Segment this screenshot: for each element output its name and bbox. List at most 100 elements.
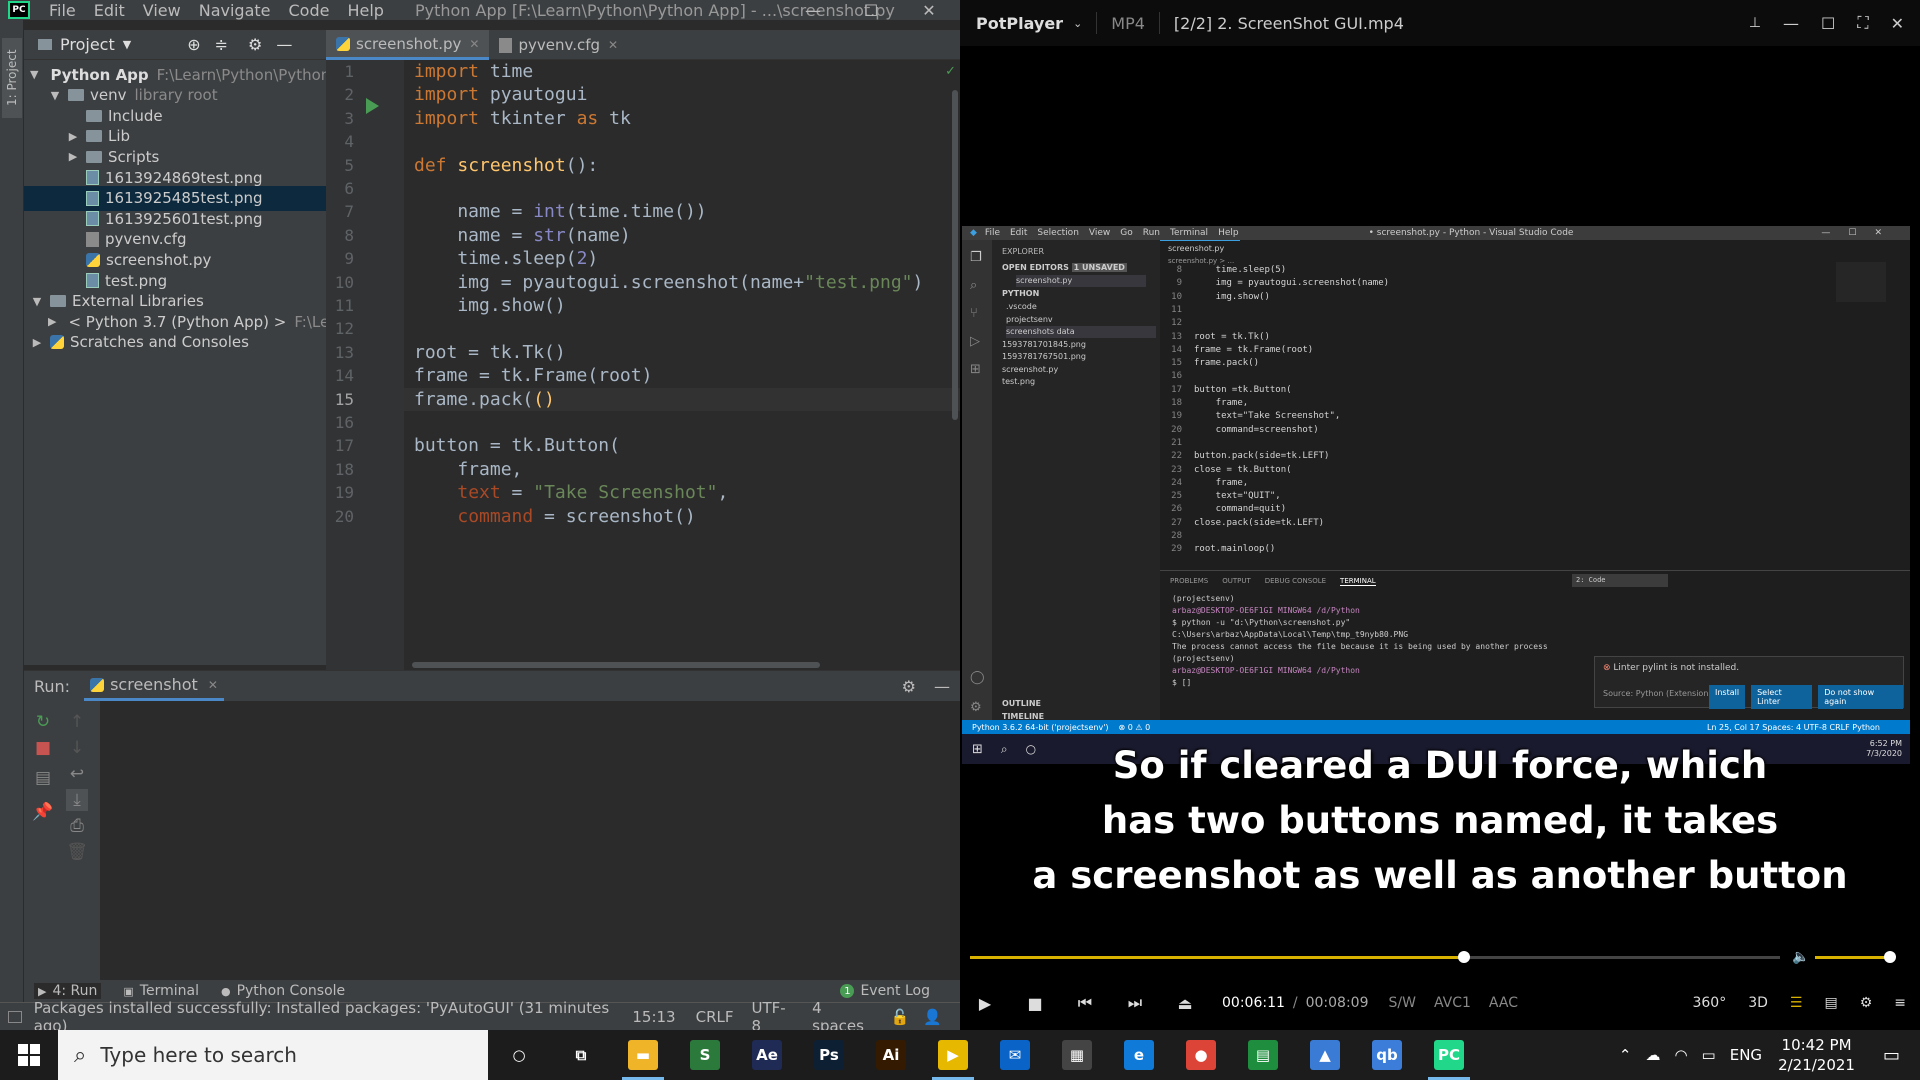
taskbar-app-after-effects[interactable]: Ae <box>736 1030 798 1080</box>
previous-icon[interactable]: ⏮ <box>1060 993 1110 1013</box>
close-button[interactable]: ✕ <box>900 0 958 20</box>
codec-badge[interactable]: S/W <box>1389 995 1416 1011</box>
tree-item[interactable]: ▶ Scratches and Consoles <box>24 330 326 355</box>
playlist-search-icon[interactable]: ☰ <box>1790 995 1803 1011</box>
stop-icon[interactable]: ■ <box>1010 994 1060 1013</box>
hide-icon[interactable]: — <box>276 35 292 54</box>
gear-icon[interactable]: ⚙ <box>248 35 262 54</box>
fullscreen-icon[interactable]: ⛶ <box>1857 13 1868 33</box>
codec-badge[interactable]: AAC <box>1489 995 1518 1011</box>
taskbar-app-sheets[interactable]: ▤ <box>1232 1030 1294 1080</box>
expand-arrow-icon[interactable]: ▼ <box>30 295 44 308</box>
layout-icon[interactable]: ▤ <box>32 767 54 789</box>
taskbar-app-qbittorrent[interactable]: qb <box>1356 1030 1418 1080</box>
expand-arrow-icon[interactable]: ▶ <box>48 315 56 328</box>
taskbar-app-pycharm[interactable]: PC <box>1418 1030 1480 1080</box>
minimize-button[interactable]: — <box>784 0 842 20</box>
trash-icon[interactable]: 🗑 <box>66 841 88 863</box>
up-icon[interactable]: ↑ <box>66 711 88 733</box>
soft-wrap-icon[interactable]: ↩ <box>66 763 88 785</box>
event-log-tab[interactable]: 1 Event Log <box>840 983 930 999</box>
show-hidden-icon[interactable]: ⌃ <box>1619 1046 1632 1064</box>
code-area[interactable]: import time import pyautogui import tkinte… <box>404 60 960 670</box>
lock-icon[interactable]: 🔓 <box>891 1008 910 1026</box>
chapters-icon[interactable]: ▤ <box>1824 995 1837 1011</box>
pin-icon[interactable]: ⊥ <box>1749 15 1761 31</box>
caret-position[interactable]: 15:13 <box>632 1008 675 1026</box>
volume-handle[interactable] <box>1884 951 1896 963</box>
horizontal-scrollbar[interactable] <box>412 662 820 668</box>
menu-navigate[interactable]: Navigate <box>190 1 280 20</box>
taskbar-app-edge[interactable]: e <box>1108 1030 1170 1080</box>
taskbar-app-photos[interactable]: ▲ <box>1294 1030 1356 1080</box>
gear-icon[interactable]: ⚙ <box>902 677 916 696</box>
stop-icon[interactable]: ■ <box>32 737 54 759</box>
taskbar-app-cortana[interactable]: ○ <box>488 1030 550 1080</box>
close-icon[interactable]: ✕ <box>1891 14 1904 33</box>
menu-edit[interactable]: Edit <box>85 1 134 20</box>
taskbar-app-chrome[interactable]: ● <box>1170 1030 1232 1080</box>
taskbar-app-illustrator[interactable]: Ai <box>860 1030 922 1080</box>
tool-tab-terminal[interactable]: ▣ Terminal <box>123 983 199 999</box>
menu-code[interactable]: Code <box>280 1 339 20</box>
close-icon[interactable]: ✕ <box>469 37 479 51</box>
clock[interactable]: 10:42 PM 2/21/2021 <box>1778 1035 1855 1075</box>
menu-file[interactable]: File <box>40 1 85 20</box>
taskbar-app-mail[interactable]: ✉ <box>984 1030 1046 1080</box>
vertical-scrollbar[interactable] <box>952 90 958 420</box>
notifications-icon[interactable]: ▭ <box>1883 1045 1900 1066</box>
settings-icon[interactable]: ⚙ <box>1860 995 1873 1011</box>
seek-handle[interactable] <box>1458 951 1471 963</box>
seek-bar[interactable] <box>970 951 1780 963</box>
run-tab[interactable]: screenshot ✕ <box>84 671 224 701</box>
tool-tab-python-console[interactable]: ● Python Console <box>221 983 345 999</box>
scroll-end-icon[interactable]: ⤓ <box>66 789 88 811</box>
taskbar-app-potplayer[interactable]: ▶ <box>922 1030 984 1080</box>
layout-icon[interactable] <box>8 1010 22 1023</box>
wifi-icon[interactable]: ◠ <box>1674 1046 1687 1064</box>
editor-tab[interactable]: pyvenv.cfg ✕ <box>489 30 628 60</box>
volume-slider[interactable] <box>1815 951 1896 963</box>
play-icon[interactable]: ▶ <box>960 994 1010 1013</box>
project-view-dropdown[interactable]: Project <box>60 35 115 54</box>
down-icon[interactable]: ↓ <box>66 737 88 759</box>
run-gutter-icon[interactable] <box>366 98 379 114</box>
maximize-button[interactable]: ☐ <box>842 0 900 20</box>
taskbar-app-store[interactable]: ▦ <box>1046 1030 1108 1080</box>
menu-help[interactable]: Help <box>338 1 392 20</box>
minimize-icon[interactable]: — <box>1783 14 1799 33</box>
locate-icon[interactable]: ⊕ <box>187 35 200 54</box>
print-icon[interactable]: ⎙ <box>66 815 88 837</box>
chevron-down-icon[interactable]: ⌄ <box>1073 17 1082 30</box>
vr360-icon[interactable]: 360° <box>1692 995 1726 1011</box>
start-button[interactable] <box>0 1030 58 1080</box>
battery-icon[interactable]: ▭ <box>1702 1046 1716 1064</box>
expand-arrow-icon[interactable]: ▶ <box>30 336 44 349</box>
inspector-icon[interactable]: 👤 <box>923 1008 942 1026</box>
menu-icon[interactable]: ≡ <box>1894 995 1906 1011</box>
taskbar-app-task-view[interactable]: ⧉ <box>550 1030 612 1080</box>
tool-tab-run[interactable]: ▶ 4: Run <box>34 983 102 999</box>
input-language[interactable]: ENG <box>1730 1046 1762 1064</box>
rerun-icon[interactable]: ↻ <box>32 711 54 733</box>
project-tool-tab[interactable]: 1: Project <box>2 38 22 118</box>
chevron-down-icon[interactable]: ▼ <box>123 38 131 51</box>
close-icon[interactable]: ✕ <box>608 38 618 52</box>
next-icon[interactable]: ⏭ <box>1110 993 1160 1013</box>
taskbar-app-photoshop[interactable]: Ps <box>798 1030 860 1080</box>
taskbar-app-file-explorer[interactable]: ▬ <box>612 1030 674 1080</box>
eject-icon[interactable]: ⏏ <box>1160 994 1210 1013</box>
taskbar-app-sublime[interactable]: S <box>674 1030 736 1080</box>
maximize-icon[interactable]: ☐ <box>1821 14 1835 33</box>
onedrive-icon[interactable]: ☁ <box>1645 1046 1660 1064</box>
close-icon[interactable]: ✕ <box>208 678 218 692</box>
pin-icon[interactable]: 📌 <box>32 801 54 823</box>
3d-icon[interactable]: 3D <box>1748 995 1768 1011</box>
menu-view[interactable]: View <box>134 1 190 20</box>
hide-icon[interactable]: — <box>934 677 950 696</box>
volume-icon[interactable]: 🔈 <box>1792 949 1809 965</box>
expand-arrow-icon[interactable]: ▶ <box>66 150 80 163</box>
expand-arrow-icon[interactable]: ▶ <box>66 130 80 143</box>
expand-arrow-icon[interactable]: ▼ <box>30 68 38 81</box>
codec-badge[interactable]: AVC1 <box>1434 995 1471 1011</box>
